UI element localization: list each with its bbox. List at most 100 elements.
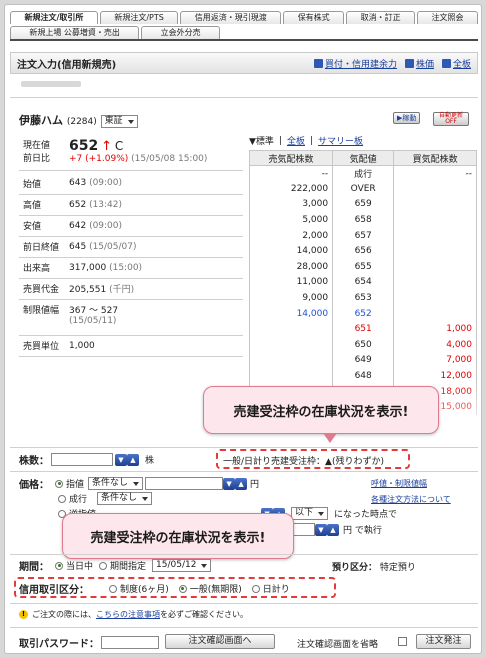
order-row: 9,000 653	[248, 290, 477, 306]
margin-day-radio[interactable]	[251, 584, 260, 593]
buy-qty: --	[393, 165, 477, 182]
buy-qty	[393, 274, 477, 291]
period-date-select[interactable]: 15/05/12	[152, 559, 212, 572]
price-input[interactable]	[145, 477, 224, 490]
sell-qty	[248, 321, 334, 338]
full-board-link[interactable]: 全板	[441, 57, 471, 70]
price-market-radio[interactable]	[58, 494, 66, 503]
buying-power-link[interactable]: 買付・信用建余力	[313, 57, 397, 70]
price-down-icon[interactable]: ▼	[223, 477, 236, 490]
auto-run-button[interactable]: ▶稼動	[393, 112, 421, 124]
tab-off-floor[interactable]: 立会外分売	[141, 26, 221, 39]
unit-value: 1,000	[69, 335, 243, 357]
qty-down-icon[interactable]: ▼	[115, 453, 127, 466]
price-condition-select[interactable]: 条件なし	[88, 477, 144, 490]
current-label-text: 現在値	[23, 140, 51, 151]
view-full[interactable]: 全板	[287, 134, 305, 147]
current-label: 現在値 前日比	[19, 132, 69, 171]
quote-table: 現在値 前日比 652 ↑ C +7 (+1.09%) (15/05/08 15:…	[19, 132, 243, 171]
change-time: (15/05/08 15:00)	[131, 153, 208, 164]
divider	[10, 471, 478, 472]
quote-value: 643	[69, 178, 87, 189]
exec-down-icon[interactable]: ▼	[315, 523, 327, 536]
order-row: 14,000 656	[248, 243, 477, 260]
price-level: 658	[332, 212, 395, 228]
tab-cancel-correct[interactable]: 取消・訂正	[346, 11, 416, 24]
view-summary[interactable]: サマリー板	[318, 134, 363, 147]
limit-label: 制限値幅	[19, 299, 69, 336]
divider	[10, 554, 478, 555]
limit-date: (15/05/11)	[69, 316, 117, 326]
account-number-redacted	[21, 81, 81, 87]
notice-link[interactable]: こちらの注意事項	[96, 609, 160, 620]
quote-row: 売買代金 205,551 (千円)	[19, 278, 243, 300]
qty-input[interactable]	[51, 453, 113, 466]
price-level: OVER	[332, 181, 395, 197]
password-input[interactable]	[101, 636, 159, 649]
order-row: 14,000 652	[248, 305, 477, 322]
divider	[10, 627, 478, 628]
buy-qty: 4,000	[393, 337, 477, 353]
tab-order-inquiry[interactable]: 注文照会	[417, 11, 479, 24]
period-today-label: 当日中	[66, 562, 94, 572]
tab-ipo-offering[interactable]: 新規上場 公募増資・売出	[10, 26, 140, 39]
callout-pointer-icon	[323, 433, 337, 443]
quote-value-cell: 645 (15/05/07)	[69, 236, 243, 258]
market-select[interactable]: 東証	[100, 114, 138, 128]
quote-label: 売買代金	[19, 278, 69, 300]
qty-up-icon[interactable]: ▲	[127, 453, 139, 466]
price-level: 653	[332, 290, 395, 306]
price-level: 655	[332, 259, 395, 275]
tab-new-order-pts[interactable]: 新規注文/PTS	[99, 11, 179, 24]
tab-holdings[interactable]: 保有株式	[283, 11, 345, 24]
deposit-value: 特定預り	[379, 563, 416, 573]
buying-power-label: 買付・信用建余力	[324, 59, 397, 70]
sell-qty: 9,000	[248, 290, 334, 306]
period-today-radio[interactable]	[55, 561, 63, 570]
market-condition-select[interactable]: 条件なし	[97, 492, 153, 505]
margin-general-label: 一般(無期限)	[189, 585, 242, 595]
order-row: 222,000 OVER	[248, 181, 477, 197]
tick-limit-link[interactable]: 呼値・制限値幅	[371, 478, 427, 489]
buy-qty	[393, 259, 477, 275]
sell-qty: 14,000	[248, 305, 334, 322]
order-row: 5,000 658	[248, 212, 477, 228]
tab-row-primary: 新規注文/取引所 新規注文/PTS 信用返済・現引現渡 保有株式 取消・訂正 注…	[10, 11, 479, 24]
margin-system-radio[interactable]	[109, 584, 117, 593]
stock-price-link[interactable]: 株価	[404, 57, 434, 70]
quote-time: (15/05/07)	[89, 241, 137, 252]
exec-up-icon[interactable]: ▲	[327, 523, 339, 536]
up-arrow-icon: ↑	[101, 138, 113, 154]
quote-label: 安値	[19, 215, 69, 237]
quote-row: 出来高 317,000 (15:00)	[19, 257, 243, 279]
tab-row-secondary: 新規上場 公募増資・売出 立会外分売	[10, 26, 221, 39]
sell-qty: 11,000	[248, 274, 334, 291]
margin-general-radio[interactable]	[178, 584, 187, 593]
submit-order-button[interactable]: 注文発注	[416, 634, 471, 649]
buy-qty	[393, 290, 477, 306]
auto-update-toggle[interactable]: 自動更新OFF	[433, 112, 469, 126]
quote-value: 205,551	[69, 285, 107, 295]
buy-qty: 12,000	[393, 368, 477, 384]
price-market-label: 成行	[69, 495, 88, 505]
quote-value-cell: 317,000 (15:00)	[69, 257, 243, 279]
quote-details: 始値 643 (09:00) 高値 652 (13:42) 安値 642 (09:00) 前…	[19, 173, 243, 300]
page-title: 注文入力(信用新規売)	[17, 59, 117, 71]
tab-margin-settlement[interactable]: 信用返済・現引現渡	[180, 11, 282, 24]
period-date-radio[interactable]	[99, 561, 108, 570]
view-standard[interactable]: ▼標準	[249, 134, 274, 147]
skip-confirm-checkbox[interactable]	[398, 637, 407, 646]
quote-limit: 制限値幅 367 ～ 527 (15/05/11) 売買単位 1,000	[19, 299, 243, 357]
qty-unit: 株	[145, 456, 155, 466]
order-row: 650 4,000	[248, 337, 477, 353]
price-limit-label: 指値	[66, 480, 85, 490]
price-up-icon[interactable]: ▲	[235, 477, 248, 490]
order-types-link[interactable]: 各種注文方法について	[371, 494, 451, 505]
quote-label: 高値	[19, 194, 69, 216]
order-row: 651 1,000	[248, 321, 477, 338]
price-limit-radio[interactable]	[55, 479, 63, 488]
tab-new-order-exchange[interactable]: 新規注文/取引所	[10, 11, 98, 24]
trigger-condition-select[interactable]: 以下	[291, 507, 329, 520]
confirm-screen-button[interactable]: 注文確認画面へ	[165, 634, 275, 649]
quota-status: 一般/日計り売建受注枠：▲(残りわずか)	[223, 457, 384, 467]
